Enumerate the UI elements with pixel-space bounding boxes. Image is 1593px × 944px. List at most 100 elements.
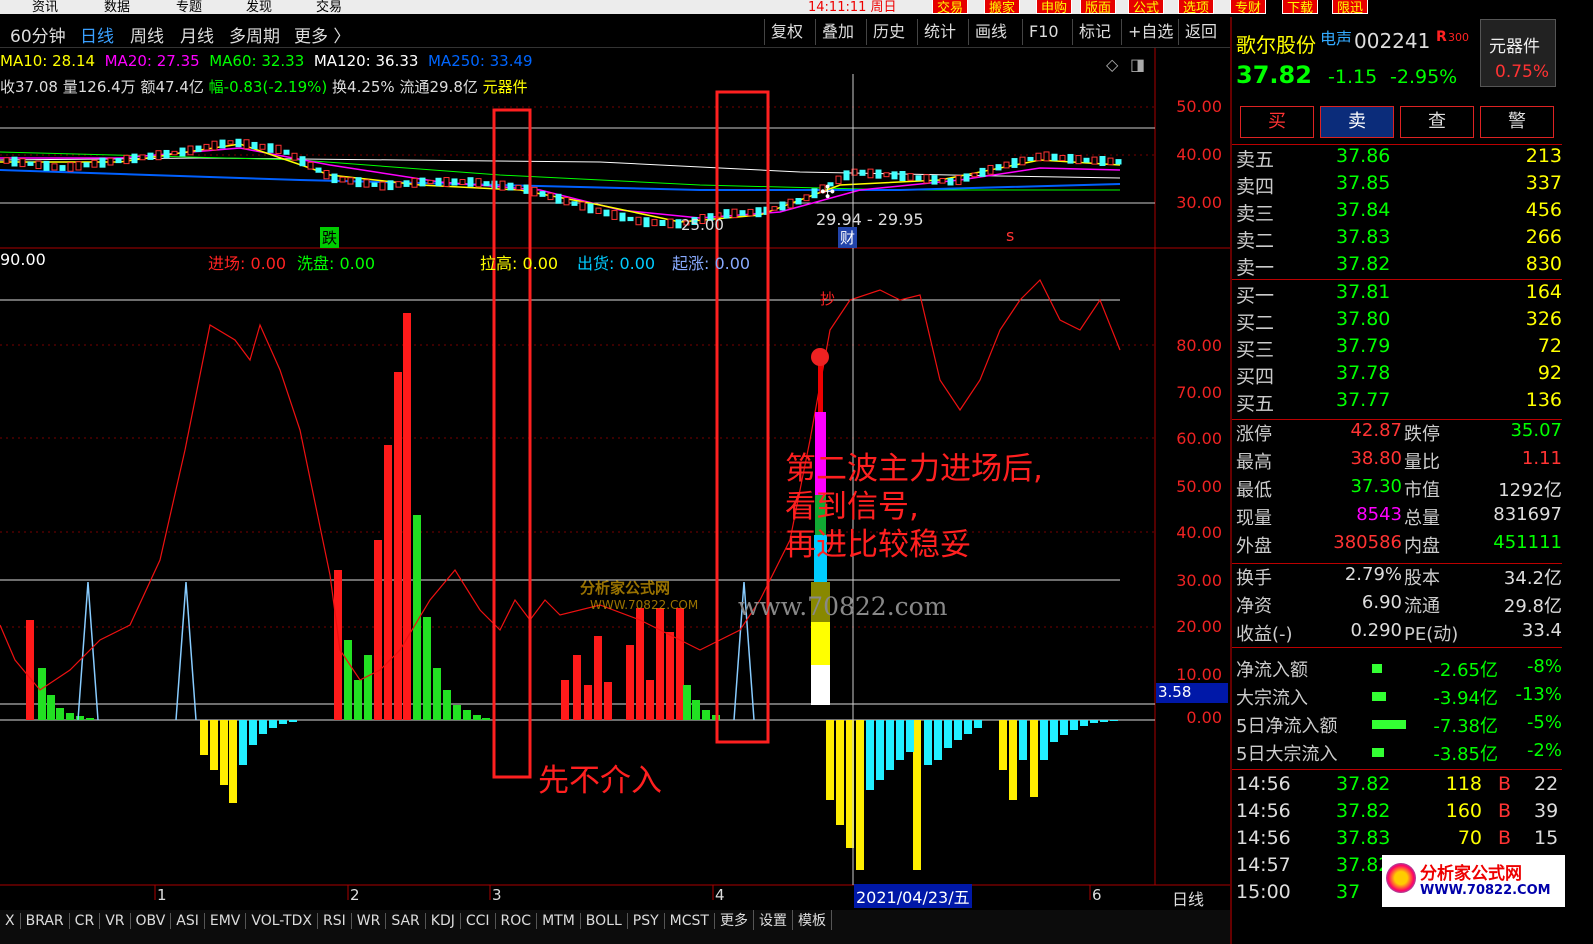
indicator-tab[interactable]: EMV (205, 913, 247, 929)
diamond-icon[interactable]: ◇ (1106, 55, 1118, 74)
date-label-4: 4 (715, 886, 725, 904)
candle (1083, 157, 1090, 163)
candle (915, 175, 922, 181)
candle (3, 157, 10, 164)
signal-column-white (811, 665, 830, 705)
candle (27, 161, 34, 166)
date-label-2: 2 (350, 886, 360, 904)
panel-toggle-icon[interactable]: ◨ (1130, 55, 1145, 74)
candle (475, 178, 482, 188)
price-change-pct: -2.95% (1390, 66, 1458, 88)
finance-marker: 财 (838, 227, 858, 248)
stat-label: 收益(-) (1236, 624, 1293, 645)
indicator-tab[interactable]: 模板 (793, 910, 832, 930)
candle (291, 152, 298, 161)
candle (91, 159, 98, 168)
stat-value: 0.290 (1350, 620, 1402, 641)
indicator-tab[interactable]: WR (352, 913, 387, 929)
indicator-tab[interactable]: KDJ (426, 913, 461, 929)
bid-row[interactable]: 买四 37.78 92 (1232, 362, 1562, 388)
candle (891, 171, 898, 180)
bid-row[interactable]: 买一 37.81 164 (1232, 281, 1562, 307)
indicator-tab[interactable]: OBV (131, 913, 172, 929)
query-button[interactable]: 查 (1400, 106, 1474, 138)
chao-marker: 抄 (820, 290, 836, 308)
bid-volume: 136 (1525, 389, 1562, 411)
candle (1019, 156, 1026, 166)
indicator-bar (473, 715, 481, 720)
btn-finance[interactable]: 专财 (1230, 0, 1267, 14)
tick-time: 14:56 (1236, 800, 1291, 822)
ask-row[interactable]: 卖一 37.82 830 (1232, 253, 1562, 279)
indicator-bar (964, 720, 972, 734)
stat-label: 最低 (1236, 480, 1272, 501)
indicator-bar (561, 680, 569, 720)
ask-row[interactable]: 卖五 37.86 213 (1232, 145, 1562, 171)
bid-row[interactable]: 买五 37.77 136 (1232, 389, 1562, 415)
sector-box[interactable]: 元器件 0.75% (1480, 19, 1556, 87)
candle (371, 182, 378, 187)
indicator-tab[interactable]: PSY (628, 913, 665, 929)
candle (995, 164, 1002, 171)
ask-price: 37.83 (1336, 226, 1391, 248)
indicator-tab[interactable]: 设置 (754, 910, 793, 930)
candle (339, 176, 346, 183)
indicator-tab[interactable]: VOL-TDX (246, 913, 318, 929)
candle (587, 203, 594, 214)
candle (547, 192, 554, 201)
signal-column-red (818, 362, 823, 412)
signal-ball-icon (811, 348, 829, 366)
indicator-tab[interactable]: SAR (386, 913, 426, 929)
candle (1067, 153, 1074, 164)
flow-label: 大宗流入 (1236, 688, 1308, 709)
candle (211, 140, 218, 151)
indicator-bar (200, 720, 208, 755)
indicator-bar (279, 720, 287, 724)
candle (723, 209, 730, 219)
bid-row[interactable]: 买二 37.80 326 (1232, 308, 1562, 334)
indicator-tab[interactable]: BRAR (21, 913, 70, 929)
btn-download[interactable]: 下载 (1282, 0, 1319, 14)
indicator-tab[interactable]: ASI (171, 913, 205, 929)
ask-row[interactable]: 卖三 37.84 456 (1232, 199, 1562, 225)
candle (579, 201, 586, 211)
buy-button[interactable]: 买 (1240, 106, 1314, 138)
indicator-tab[interactable]: RSI (318, 913, 352, 929)
stat-value: 33.4 (1521, 620, 1562, 641)
candle (499, 180, 506, 191)
alert-button[interactable]: 警 (1480, 106, 1554, 138)
indicator-bar (666, 632, 674, 720)
flow-bar (1372, 692, 1386, 701)
ask-volume: 830 (1525, 253, 1562, 275)
indicator-tab[interactable]: CCI (461, 913, 496, 929)
stock-name: 歌尔股份 (1236, 33, 1316, 57)
watermark-url: WWW.70822.COM (590, 598, 699, 612)
stock-tag: 电声 (1320, 29, 1353, 48)
candle (123, 154, 130, 165)
sep-4 (1232, 563, 1562, 564)
indicator-bar (1090, 720, 1098, 723)
indicator-bar (856, 720, 864, 870)
indicator-tab[interactable]: X (0, 913, 21, 929)
candle (731, 208, 738, 219)
ind-axis-10: 10.00 (1176, 665, 1222, 684)
sell-button[interactable]: 卖 (1320, 106, 1394, 138)
indicator-bar (239, 720, 247, 765)
indicator-tab[interactable]: MTM (537, 913, 581, 929)
indicator-tab[interactable]: VR (100, 913, 131, 929)
indicator-bar (906, 720, 914, 752)
btn-quick[interactable]: 限迅 (1332, 0, 1369, 14)
stat-value: 1.11 (1521, 448, 1562, 469)
ask-row[interactable]: 卖二 37.83 266 (1232, 226, 1562, 252)
indicator-tab[interactable]: BOLL (581, 913, 628, 929)
indicator-tab[interactable]: ROC (496, 913, 538, 929)
ask-row[interactable]: 卖四 37.85 337 (1232, 172, 1562, 198)
candle (811, 188, 818, 199)
indicator-bar (47, 695, 55, 720)
indicator-tab[interactable]: CR (70, 913, 101, 929)
bid-row[interactable]: 买三 37.79 72 (1232, 335, 1562, 361)
indicator-bar (344, 640, 352, 720)
candle (243, 139, 250, 150)
indicator-tab[interactable]: 更多 (715, 910, 754, 930)
indicator-tab[interactable]: MCST (665, 913, 715, 929)
